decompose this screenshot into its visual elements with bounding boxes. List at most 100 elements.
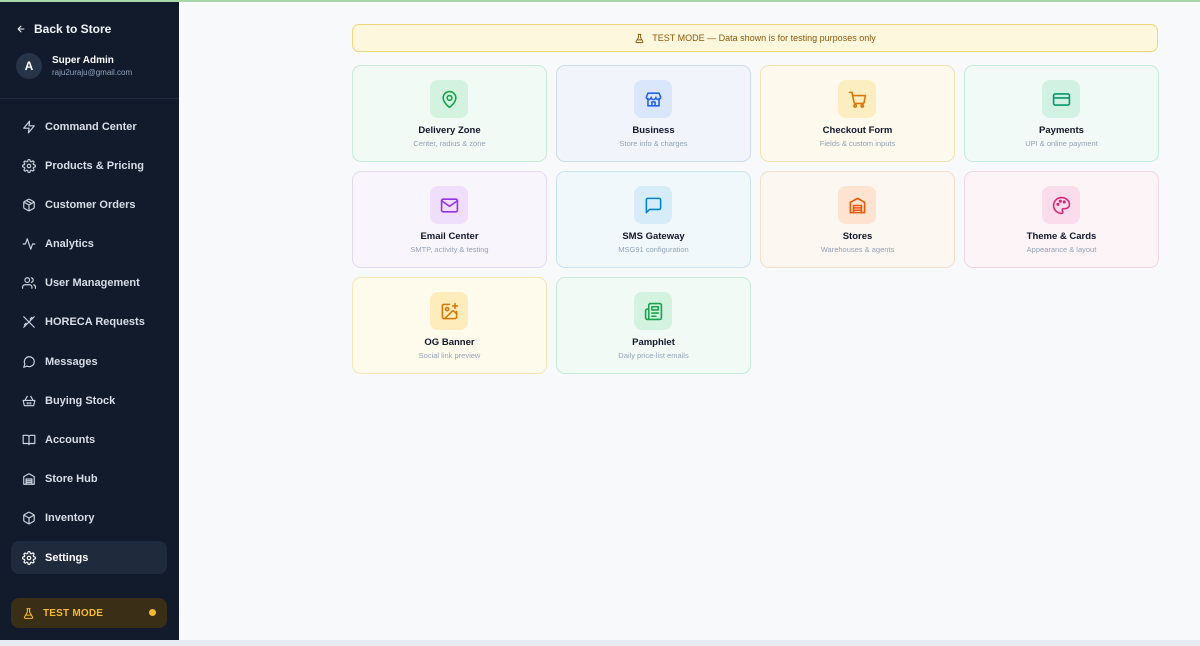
sidebar: Back to Store A Super Admin raju2uraju@g…	[0, 2, 179, 640]
book-icon	[22, 434, 36, 446]
card-subtitle: Appearance & layout	[1026, 245, 1097, 254]
warehouse-icon	[849, 197, 865, 213]
settings-card-og-banner[interactable]: OG Banner Social link preview	[352, 277, 547, 374]
map-pin-icon	[441, 90, 457, 108]
settings-card-stores[interactable]: Stores Warehouses & agents	[760, 171, 955, 268]
sidebar-item-command-center[interactable]: Command Center	[11, 110, 167, 143]
zap-icon	[23, 120, 35, 133]
card-title: Email Center	[420, 231, 479, 242]
sidebar-item-label: Inventory	[45, 512, 95, 525]
test-mode-banner: TEST MODE — Data shown is for testing pu…	[352, 24, 1158, 52]
message-square-icon	[645, 197, 661, 213]
settings-card-theme-cards[interactable]: Theme & Cards Appearance & layout	[964, 171, 1159, 268]
icon-tile	[634, 186, 672, 224]
settings-card-payments[interactable]: Payments UPI & online payment	[964, 65, 1159, 162]
message-icon	[23, 355, 35, 368]
icon-tile	[430, 80, 468, 118]
settings-main: TEST MODE — Data shown is for testing pu…	[179, 2, 1200, 640]
icon-tile	[430, 292, 468, 330]
back-to-store-label: Back to Store	[34, 22, 112, 36]
sidebar-item-label: User Management	[45, 277, 140, 290]
flask-icon	[23, 607, 34, 619]
sidebar-item-inventory[interactable]: Inventory	[11, 502, 167, 535]
profile-email: raju2uraju@gmail.com	[52, 68, 133, 77]
card-subtitle: UPI & online payment	[1025, 139, 1098, 148]
test-mode-toggle[interactable]: TEST MODE	[11, 598, 167, 628]
sidebar-item-accounts[interactable]: Accounts	[11, 424, 167, 457]
sidebar-item-buying-stock[interactable]: Buying Stock	[11, 384, 167, 417]
card-title: Stores	[842, 231, 873, 242]
sidebar-item-store-hub[interactable]: Store Hub	[11, 463, 167, 496]
cart-icon	[848, 91, 866, 108]
settings-card-checkout-form[interactable]: Checkout Form Fields & custom inputs	[760, 65, 955, 162]
arrow-left-icon	[17, 25, 25, 33]
card-subtitle: Center, radius & zone	[413, 139, 486, 148]
sidebar-nav: Command Center Products & Pricing Custom…	[11, 110, 167, 580]
card-title: Delivery Zone	[418, 125, 481, 136]
card-subtitle: Fields & custom inputs	[819, 139, 896, 148]
warehouse-icon	[23, 473, 35, 486]
profile-name: Super Admin	[52, 55, 114, 66]
store-icon	[645, 91, 661, 107]
settings-card-sms-gateway[interactable]: SMS Gateway MSG91 configuration	[556, 171, 751, 268]
settings-card-email-center[interactable]: Email Center SMTP, activity & testing	[352, 171, 547, 268]
test-mode-indicator-dot	[149, 609, 156, 616]
card-subtitle: Store info & charges	[619, 139, 688, 148]
sidebar-divider	[0, 98, 179, 99]
settings-card-pamphlet[interactable]: Pamphlet Daily price-list emails	[556, 277, 751, 374]
mail-icon	[440, 197, 458, 213]
sidebar-item-horeca-requests[interactable]: HORECA Requests	[11, 306, 167, 339]
icon-tile	[634, 80, 672, 118]
settings-card-delivery-zone[interactable]: Delivery Zone Center, radius & zone	[352, 65, 547, 162]
sidebar-item-label: Accounts	[45, 434, 96, 446]
sidebar-item-label: Customer Orders	[45, 198, 136, 211]
avatar: A	[16, 53, 42, 79]
card-title: SMS Gateway	[622, 231, 685, 242]
settings-card-business[interactable]: Business Store info & charges	[556, 65, 751, 162]
basket-icon	[22, 395, 36, 407]
credit-card-icon	[1052, 92, 1070, 106]
card-title: Theme & Cards	[1026, 231, 1097, 242]
sidebar-item-label: Command Center	[45, 120, 137, 133]
sidebar-item-label: Settings	[45, 551, 89, 564]
card-title: Business	[632, 125, 675, 136]
card-subtitle: SMTP, activity & testing	[410, 245, 489, 254]
image-plus-icon	[441, 302, 458, 319]
sidebar-item-label: Messages	[45, 355, 98, 368]
card-subtitle: Warehouses & agents	[820, 245, 895, 254]
utensils-icon	[23, 316, 35, 329]
icon-tile	[838, 80, 876, 118]
icon-tile	[1042, 80, 1080, 118]
package-icon	[23, 198, 35, 212]
flask-icon	[635, 33, 644, 43]
card-subtitle: MSG91 configuration	[618, 245, 689, 254]
icon-tile	[838, 186, 876, 224]
newspaper-icon	[644, 302, 662, 320]
user-profile: A Super Admin raju2uraju@gmail.com	[16, 53, 132, 79]
sidebar-item-analytics[interactable]: Analytics	[11, 228, 167, 261]
sidebar-item-products-pricing[interactable]: Products & Pricing	[11, 149, 167, 182]
bottom-scroll-strip	[0, 640, 1200, 646]
sidebar-item-customer-orders[interactable]: Customer Orders	[11, 188, 167, 221]
sidebar-item-label: Analytics	[45, 238, 94, 251]
gear-icon	[22, 158, 36, 173]
sidebar-item-label: Buying Stock	[45, 394, 116, 407]
sidebar-item-messages[interactable]: Messages	[11, 345, 167, 378]
test-mode-label: TEST MODE	[43, 607, 104, 619]
sidebar-item-settings[interactable]: Settings	[11, 541, 167, 575]
back-to-store-link[interactable]: Back to Store	[16, 20, 111, 38]
card-title: Payments	[1039, 125, 1084, 136]
sidebar-item-label: Products & Pricing	[45, 159, 145, 172]
banner-text: TEST MODE — Data shown is for testing pu…	[652, 33, 876, 43]
icon-tile	[430, 186, 468, 224]
sidebar-item-user-management[interactable]: User Management	[11, 267, 167, 300]
card-subtitle: Daily price-list emails	[618, 351, 689, 360]
card-title: Pamphlet	[632, 337, 675, 348]
card-subtitle: Social link preview	[418, 351, 481, 360]
icon-tile	[1042, 186, 1080, 224]
sidebar-item-label: Store Hub	[45, 473, 98, 486]
palette-icon	[1052, 196, 1070, 214]
card-title: Checkout Form	[822, 125, 893, 136]
sidebar-item-label: HORECA Requests	[45, 316, 145, 329]
gear-icon	[22, 550, 36, 565]
